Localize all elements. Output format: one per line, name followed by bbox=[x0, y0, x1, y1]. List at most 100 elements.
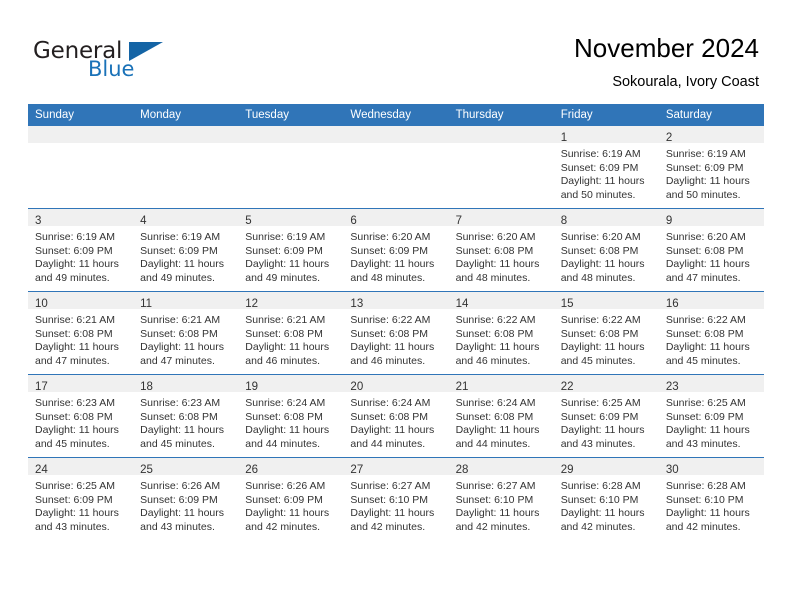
daylight-text-line2: and 46 minutes. bbox=[245, 354, 320, 367]
sunset-text: Sunset: 6:08 PM bbox=[35, 410, 113, 423]
day-number-strip: 12 bbox=[238, 292, 344, 310]
day-number: 27 bbox=[350, 464, 364, 476]
weekday-header-thursday: Thursday bbox=[448, 104, 554, 126]
calendar-cell-empty bbox=[238, 126, 344, 209]
calendar-day-cell[interactable]: 2 Sunrise: 6:19 AM Sunset: 6:09 PM Daylight… bbox=[658, 126, 764, 209]
day-number: 30 bbox=[665, 464, 679, 476]
calendar-day-cell[interactable]: 4 Sunrise: 6:19 AM Sunset: 6:09 PM Daylight… bbox=[133, 208, 239, 292]
calendar-week-row: 24 Sunrise: 6:25 AM Sunset: 6:09 PM Dayligh… bbox=[28, 457, 764, 540]
day-details: Sunrise: 6:25 AM Sunset: 6:09 PM Daylight:… bbox=[554, 392, 659, 451]
calendar-day-cell[interactable]: 30 Sunrise: 6:28 AM Sunset: 6:10 PM Dayligh… bbox=[658, 457, 764, 540]
calendar-day-cell[interactable]: 28 Sunrise: 6:27 AM Sunset: 6:10 PM Dayligh… bbox=[448, 457, 554, 540]
day-number-strip: 1 bbox=[553, 126, 659, 144]
day-details: Sunrise: 6:27 AM Sunset: 6:10 PM Daylight:… bbox=[449, 475, 554, 534]
calendar-day-cell[interactable]: 18 Sunrise: 6:23 AM Sunset: 6:08 PM Dayligh… bbox=[133, 374, 239, 458]
calendar-day-cell[interactable]: 13 Sunrise: 6:22 AM Sunset: 6:08 PM Dayligh… bbox=[343, 291, 449, 375]
calendar-day-cell[interactable]: 15 Sunrise: 6:22 AM Sunset: 6:08 PM Dayligh… bbox=[553, 291, 659, 375]
calendar-day-cell[interactable]: 23 Sunrise: 6:25 AM Sunset: 6:09 PM Dayligh… bbox=[658, 374, 764, 458]
sunset-text: Sunset: 6:10 PM bbox=[665, 493, 744, 506]
day-number: 25 bbox=[140, 464, 153, 476]
sunrise-text: Sunrise: 6:23 AM bbox=[35, 397, 115, 409]
title-block: November 2024 Sokourala, Ivory Coast bbox=[574, 32, 759, 92]
calendar-week-row: 1 Sunrise: 6:19 AM Sunset: 6:09 PM Daylight… bbox=[28, 126, 764, 209]
calendar-day-cell[interactable]: 14 Sunrise: 6:22 AM Sunset: 6:08 PM Dayligh… bbox=[448, 291, 554, 375]
day-number-strip bbox=[133, 126, 239, 143]
sunset-text: Sunset: 6:09 PM bbox=[35, 244, 113, 257]
calendar-day-cell[interactable]: 12 Sunrise: 6:21 AM Sunset: 6:08 PM Dayligh… bbox=[238, 291, 344, 375]
daylight-text-line2: and 45 minutes. bbox=[140, 437, 215, 450]
calendar-table: Sunday Monday Tuesday Wednesday Thursday… bbox=[28, 104, 764, 540]
sunset-text: Sunset: 6:08 PM bbox=[35, 327, 113, 340]
day-details: Sunrise: 6:22 AM Sunset: 6:08 PM Daylight:… bbox=[659, 309, 764, 368]
sunset-text: Sunset: 6:09 PM bbox=[665, 161, 744, 174]
calendar-day-cell[interactable]: 11 Sunrise: 6:21 AM Sunset: 6:08 PM Dayligh… bbox=[133, 291, 239, 375]
calendar-day-cell[interactable]: 10 Sunrise: 6:21 AM Sunset: 6:08 PM Dayligh… bbox=[28, 291, 134, 375]
daylight-text-line1: Daylight: 11 hours bbox=[245, 258, 330, 271]
day-details: Sunrise: 6:23 AM Sunset: 6:08 PM Daylight:… bbox=[28, 392, 133, 451]
daylight-text-line1: Daylight: 11 hours bbox=[455, 258, 540, 271]
day-details: Sunrise: 6:26 AM Sunset: 6:09 PM Daylight:… bbox=[133, 475, 238, 534]
daylight-text-line1: Daylight: 11 hours bbox=[560, 507, 645, 520]
weekday-header-wednesday: Wednesday bbox=[343, 104, 449, 126]
sunset-text: Sunset: 6:09 PM bbox=[245, 244, 323, 257]
day-number: 2 bbox=[665, 132, 673, 144]
brand-logo[interactable]: General Blue bbox=[33, 38, 233, 88]
day-number: 26 bbox=[245, 464, 259, 476]
day-number: 6 bbox=[350, 215, 357, 227]
calendar-day-cell[interactable]: 1 Sunrise: 6:19 AM Sunset: 6:09 PM Daylight… bbox=[553, 126, 659, 209]
daylight-text-line1: Daylight: 11 hours bbox=[560, 175, 645, 188]
sunset-text: Sunset: 6:08 PM bbox=[560, 244, 639, 257]
calendar-day-cell[interactable]: 25 Sunrise: 6:26 AM Sunset: 6:09 PM Dayligh… bbox=[133, 457, 239, 540]
sunset-text: Sunset: 6:09 PM bbox=[665, 410, 744, 423]
calendar-day-cell[interactable]: 6 Sunrise: 6:20 AM Sunset: 6:09 PM Daylight… bbox=[343, 208, 449, 292]
day-number-strip bbox=[28, 126, 134, 143]
calendar-cell-empty bbox=[343, 126, 449, 209]
day-number-strip: 3 bbox=[28, 209, 134, 227]
calendar-day-cell[interactable]: 24 Sunrise: 6:25 AM Sunset: 6:09 PM Dayligh… bbox=[28, 457, 134, 540]
day-number-strip: 20 bbox=[343, 375, 449, 393]
sunrise-text: Sunrise: 6:20 AM bbox=[665, 231, 746, 243]
daylight-text-line2: and 42 minutes. bbox=[455, 520, 531, 533]
calendar-day-cell[interactable]: 5 Sunrise: 6:19 AM Sunset: 6:09 PM Daylight… bbox=[238, 208, 344, 292]
calendar-day-cell[interactable]: 19 Sunrise: 6:24 AM Sunset: 6:08 PM Dayligh… bbox=[238, 374, 344, 458]
sunrise-text: Sunrise: 6:21 AM bbox=[140, 314, 221, 326]
calendar-day-cell[interactable]: 16 Sunrise: 6:22 AM Sunset: 6:08 PM Dayligh… bbox=[658, 291, 764, 375]
sunrise-text: Sunrise: 6:25 AM bbox=[35, 480, 115, 492]
day-number: 24 bbox=[35, 464, 48, 476]
calendar-day-cell[interactable]: 20 Sunrise: 6:24 AM Sunset: 6:08 PM Dayligh… bbox=[343, 374, 449, 458]
day-number-strip: 23 bbox=[658, 375, 764, 393]
daylight-text-line2: and 46 minutes. bbox=[350, 354, 426, 367]
weekday-header-sunday: Sunday bbox=[28, 104, 134, 126]
daylight-text-line1: Daylight: 11 hours bbox=[350, 341, 435, 354]
calendar-day-cell[interactable]: 17 Sunrise: 6:23 AM Sunset: 6:08 PM Dayligh… bbox=[28, 374, 134, 458]
calendar-day-cell[interactable]: 29 Sunrise: 6:28 AM Sunset: 6:10 PM Dayligh… bbox=[553, 457, 659, 540]
day-number: 10 bbox=[35, 298, 48, 310]
calendar-day-cell[interactable]: 8 Sunrise: 6:20 AM Sunset: 6:08 PM Daylight… bbox=[553, 208, 659, 292]
daylight-text-line1: Daylight: 11 hours bbox=[455, 424, 540, 437]
calendar-day-cell[interactable]: 26 Sunrise: 6:26 AM Sunset: 6:09 PM Dayligh… bbox=[238, 457, 344, 540]
calendar-day-cell[interactable]: 21 Sunrise: 6:24 AM Sunset: 6:08 PM Dayligh… bbox=[448, 374, 554, 458]
day-number: 14 bbox=[455, 298, 469, 310]
calendar-cell-empty bbox=[133, 126, 239, 209]
day-number: 5 bbox=[245, 215, 252, 227]
calendar-day-cell[interactable]: 27 Sunrise: 6:27 AM Sunset: 6:10 PM Dayligh… bbox=[343, 457, 449, 540]
day-number: 20 bbox=[350, 381, 364, 393]
sunset-text: Sunset: 6:10 PM bbox=[560, 493, 639, 506]
sunrise-text: Sunrise: 6:21 AM bbox=[35, 314, 115, 326]
sunset-text: Sunset: 6:08 PM bbox=[665, 244, 744, 257]
calendar-day-cell[interactable]: 3 Sunrise: 6:19 AM Sunset: 6:09 PM Daylight… bbox=[28, 208, 134, 292]
calendar-day-cell[interactable]: 22 Sunrise: 6:25 AM Sunset: 6:09 PM Dayligh… bbox=[553, 374, 659, 458]
day-number-strip bbox=[448, 126, 554, 143]
sunrise-text: Sunrise: 6:21 AM bbox=[245, 314, 326, 326]
calendar-day-cell[interactable]: 9 Sunrise: 6:20 AM Sunset: 6:08 PM Daylight… bbox=[658, 208, 764, 292]
daylight-text-line2: and 42 minutes. bbox=[350, 520, 426, 533]
sunset-text: Sunset: 6:09 PM bbox=[350, 244, 429, 257]
day-number: 17 bbox=[35, 381, 48, 393]
day-number-strip bbox=[238, 126, 344, 143]
calendar-day-cell[interactable]: 7 Sunrise: 6:20 AM Sunset: 6:08 PM Daylight… bbox=[448, 208, 554, 292]
daylight-text-line1: Daylight: 11 hours bbox=[560, 424, 645, 437]
daylight-text-line2: and 44 minutes. bbox=[455, 437, 531, 450]
page-subtitle: Sokourala, Ivory Coast bbox=[612, 74, 759, 90]
sunrise-text: Sunrise: 6:19 AM bbox=[665, 148, 746, 160]
page-title: November 2024 bbox=[574, 33, 759, 63]
